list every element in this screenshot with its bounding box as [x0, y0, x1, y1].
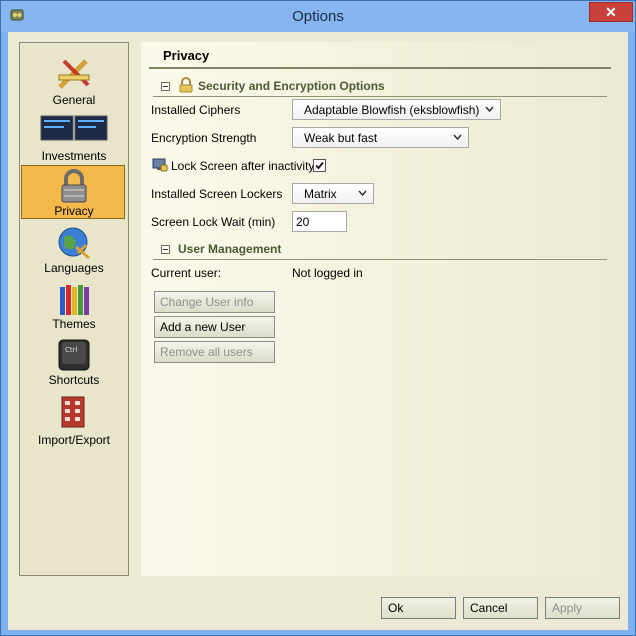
screen-lockers-label: Installed Screen Lockers [151, 187, 283, 201]
remove-all-users-button[interactable]: Remove all users [154, 341, 275, 363]
current-user-label: Current user: [151, 266, 222, 280]
chevron-down-icon [453, 134, 462, 141]
sidebar-item-label: Themes [52, 317, 96, 331]
close-button[interactable]: ✕ [589, 2, 633, 22]
cancel-button[interactable]: Cancel [463, 597, 538, 619]
sidebar-item-label: Shortcuts [48, 373, 100, 387]
sidebar-item-label: Languages [44, 261, 104, 275]
checkmark-icon [315, 161, 324, 170]
sidebar-item-privacy[interactable]: Privacy [21, 165, 125, 219]
encryption-strength-label: Encryption Strength [151, 131, 257, 145]
lock-wait-input[interactable]: 20 [292, 211, 347, 232]
section-divider [153, 96, 607, 97]
collapse-security-button[interactable] [161, 82, 170, 91]
lock-icon [179, 77, 193, 93]
padlock-icon [61, 169, 87, 203]
client-area: General Investments Privacy Languages Th… [8, 32, 628, 630]
title-bar[interactable]: Options ✕ [1, 1, 635, 32]
title-divider [149, 67, 611, 69]
close-icon: ✕ [605, 3, 617, 20]
current-user-value: Not logged in [292, 266, 363, 280]
globe-icon [58, 227, 90, 260]
installed-ciphers-select[interactable]: Adaptable Blowfish (eksblowfish) [292, 99, 501, 120]
chevron-down-icon [485, 106, 494, 113]
monitors-icon [40, 115, 108, 141]
options-window: Options ✕ General Investments Privacy La… [0, 0, 636, 636]
add-user-button[interactable]: Add a new User [154, 316, 275, 338]
settings-panel: Privacy Security and Encryption Options … [141, 42, 621, 576]
sidebar-item-label: General [52, 93, 96, 107]
tools-icon [58, 59, 90, 89]
collapse-user-button[interactable] [161, 245, 170, 254]
apply-button[interactable]: Apply [545, 597, 620, 619]
lock-screen-checkbox[interactable] [313, 159, 326, 172]
sidebar-item-label: Privacy [54, 204, 94, 218]
window-title: Options [292, 8, 344, 25]
screen-lock-icon [152, 158, 168, 172]
screen-lockers-select[interactable]: Matrix [292, 183, 374, 204]
lock-wait-label: Screen Lock Wait (min) [151, 215, 276, 229]
section-divider [153, 259, 607, 260]
svg-text:Ctrl: Ctrl [65, 346, 78, 354]
sidebar-item-shortcuts[interactable]: Ctrl Shortcuts [20, 335, 128, 389]
lock-screen-label: Lock Screen after inactivity [171, 159, 315, 173]
category-sidebar: General Investments Privacy Languages Th… [19, 42, 129, 576]
sidebar-item-label: Investments [41, 149, 107, 163]
sidebar-item-general[interactable]: General [20, 53, 128, 109]
page-title: Privacy [163, 48, 210, 63]
sidebar-item-import-export[interactable]: Import/Export [20, 393, 128, 453]
sidebar-item-label: Import/Export [37, 433, 111, 447]
encryption-strength-select[interactable]: Weak but fast [292, 127, 469, 148]
chevron-down-icon [358, 190, 367, 197]
security-section-title: Security and Encryption Options [198, 79, 385, 93]
sidebar-item-themes[interactable]: Themes [20, 279, 128, 333]
sidebar-item-investments[interactable]: Investments [20, 111, 128, 165]
user-section-title: User Management [178, 242, 282, 256]
ctrl-key-icon: Ctrl [58, 339, 90, 371]
ok-button[interactable]: Ok [381, 597, 456, 619]
installed-ciphers-label: Installed Ciphers [151, 103, 241, 117]
crayons-icon [60, 285, 89, 315]
change-user-info-button[interactable]: Change User info [154, 291, 275, 313]
building-icon [61, 396, 85, 428]
sidebar-item-languages[interactable]: Languages [20, 223, 128, 277]
